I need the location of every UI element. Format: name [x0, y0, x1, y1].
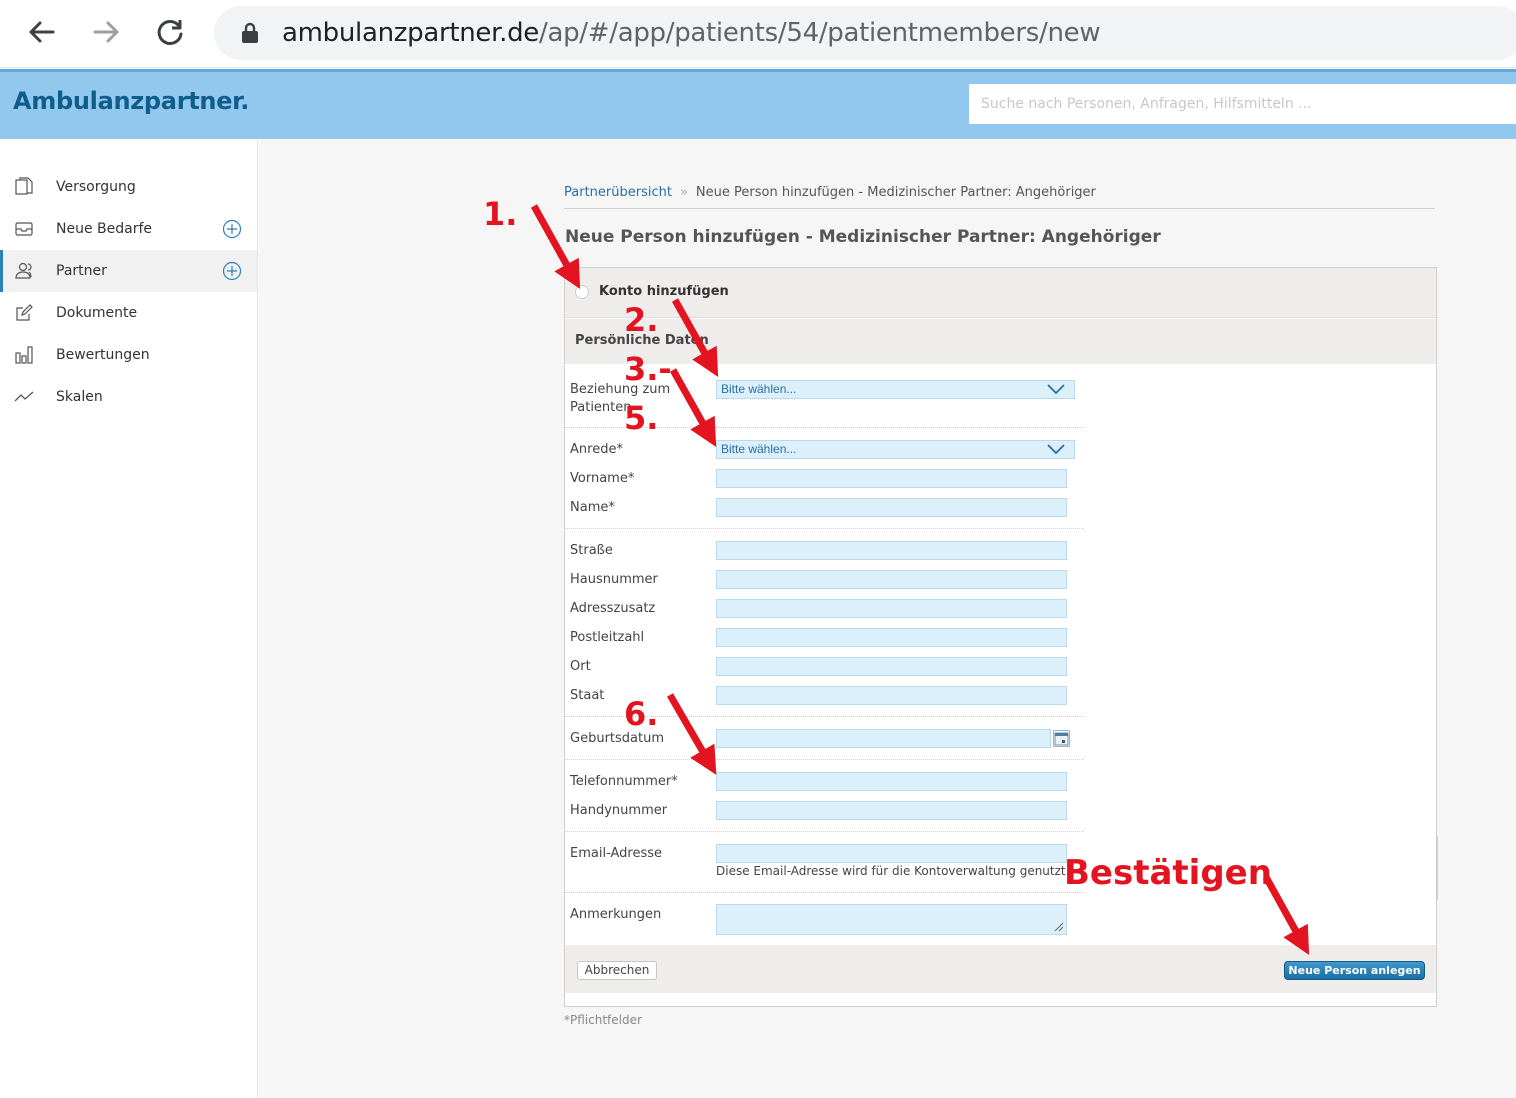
chevron-down-icon: [1047, 444, 1065, 455]
annotation-confirm: Bestätigen: [1064, 853, 1272, 893]
calendar-icon[interactable]: [1053, 730, 1070, 747]
anrede-select-value: Bitte wählen...: [721, 442, 797, 456]
arrow-left-icon: [29, 21, 55, 43]
arrow-right-icon: [93, 21, 119, 43]
url-host: ambulanzpartner.de: [282, 18, 539, 48]
annotation-step-6: 6.: [624, 695, 659, 733]
email-hint: Diese Email-Adresse wird für die Kontove…: [716, 864, 1068, 878]
anrede-label: Anrede*: [570, 442, 623, 457]
sidebar-item-label: Bewertungen: [56, 347, 150, 363]
bar-chart-icon: [15, 346, 33, 364]
address-bar[interactable]: ambulanzpartner.de/ap/#/app/patients/54/…: [214, 6, 1516, 60]
adresszusatz-label: Adresszusatz: [570, 601, 656, 616]
sidebar-item-label: Versorgung: [56, 179, 136, 195]
handy-label: Handynummer: [570, 803, 668, 818]
ort-field[interactable]: [716, 657, 1067, 676]
postleitzahl-label: Postleitzahl: [570, 630, 645, 645]
strasse-field[interactable]: [716, 541, 1067, 560]
geburtsdatum-field[interactable]: [716, 729, 1051, 748]
staat-field[interactable]: [716, 686, 1067, 705]
document-copy-icon: [15, 177, 33, 195]
email-label: Email-Adresse: [570, 846, 662, 861]
breadcrumb-divider: [564, 208, 1435, 209]
plus-circle-icon[interactable]: [222, 261, 242, 281]
hausnummer-label: Hausnummer: [570, 572, 658, 587]
sidebar-item-label: Neue Bedarfe: [56, 221, 153, 237]
header-accent-line: [0, 69, 1516, 72]
users-icon: [15, 262, 32, 279]
hausnummer-field[interactable]: [716, 570, 1067, 589]
plus-circle-icon[interactable]: [222, 219, 242, 239]
lock-icon: [242, 22, 258, 43]
resize-handle-icon[interactable]: [1052, 920, 1064, 932]
telefon-field[interactable]: [716, 772, 1067, 791]
search-input[interactable]: [969, 84, 1516, 124]
app-header: Ambulanzpartner.: [0, 69, 1516, 139]
konto-radio[interactable]: [575, 285, 589, 299]
sidebar-item-bewertungen[interactable]: Bewertungen: [0, 334, 257, 376]
anrede-select[interactable]: Bitte wählen...: [716, 440, 1075, 459]
breadcrumb: Partnerübersicht » Neue Person hinzufügen …: [564, 185, 1096, 200]
back-button[interactable]: [24, 14, 60, 50]
ort-label: Ort: [570, 659, 591, 674]
annotation-step-5: 5.: [624, 399, 659, 437]
sidebar-item-versorgung[interactable]: Versorgung: [0, 166, 257, 208]
sidebar-item-label: Skalen: [56, 389, 103, 405]
vorname-label: Vorname*: [570, 471, 635, 486]
page-title: Neue Person hinzufügen - Medizinischer P…: [565, 227, 1161, 247]
trend-icon: [14, 391, 34, 402]
inbox-icon: [15, 222, 33, 236]
chevron-down-icon: [1047, 384, 1065, 395]
email-field[interactable]: [716, 844, 1067, 863]
anmerkungen-textarea[interactable]: [716, 904, 1067, 935]
cancel-button[interactable]: Abbrechen: [577, 961, 657, 980]
breadcrumb-separator: »: [679, 185, 688, 200]
name-field[interactable]: [716, 498, 1067, 517]
sidebar-item-label: Partner: [56, 263, 107, 279]
beziehung-select[interactable]: Bitte wählen...: [716, 380, 1075, 399]
row-divider: [565, 528, 1084, 529]
required-note: *Pflichtfelder: [564, 1013, 642, 1027]
forward-button[interactable]: [88, 14, 124, 50]
annotation-step-2: 2.: [624, 301, 659, 339]
create-person-button[interactable]: Neue Person anlegen: [1284, 961, 1425, 980]
sidebar-item-dokumente[interactable]: Dokumente: [0, 292, 257, 334]
annotation-step-1: 1.: [483, 195, 518, 233]
staat-label: Staat: [570, 688, 605, 703]
row-divider: [565, 892, 1084, 893]
telefon-label: Telefonnummer*: [570, 774, 678, 789]
url-text: ambulanzpartner.de/ap/#/app/patients/54/…: [282, 18, 1101, 48]
name-label: Name*: [570, 500, 615, 515]
logo[interactable]: Ambulanzpartner.: [13, 87, 249, 115]
url-path: /ap/#/app/patients/54/patientmembers/new: [539, 18, 1101, 48]
adresszusatz-field[interactable]: [716, 599, 1067, 618]
row-divider: [565, 759, 1084, 760]
beziehung-select-value: Bitte wählen...: [721, 382, 797, 396]
vorname-field[interactable]: [716, 469, 1067, 488]
strasse-label: Straße: [570, 543, 613, 558]
postleitzahl-field[interactable]: [716, 628, 1067, 647]
browser-toolbar: ambulanzpartner.de/ap/#/app/patients/54/…: [0, 0, 1516, 68]
annotation-step-3: 3.-: [624, 350, 672, 388]
breadcrumb-current: Neue Person hinzufügen - Medizinischer P…: [695, 185, 1096, 200]
sidebar-item-partner[interactable]: Partner: [0, 250, 257, 292]
handy-field[interactable]: [716, 801, 1067, 820]
sidebar-item-skalen[interactable]: Skalen: [0, 376, 257, 418]
reload-icon: [157, 19, 183, 45]
edit-icon: [16, 304, 33, 321]
breadcrumb-link-partner[interactable]: Partnerübersicht: [564, 185, 672, 200]
panel-border: [1437, 836, 1438, 900]
konto-label: Konto hinzufügen: [599, 284, 729, 299]
sidebar-item-neue-bedarfe[interactable]: Neue Bedarfe: [0, 208, 257, 250]
anmerkungen-label: Anmerkungen: [570, 907, 662, 922]
reload-button[interactable]: [152, 14, 188, 50]
sidebar-item-label: Dokumente: [56, 305, 138, 321]
row-divider: [565, 831, 1084, 832]
